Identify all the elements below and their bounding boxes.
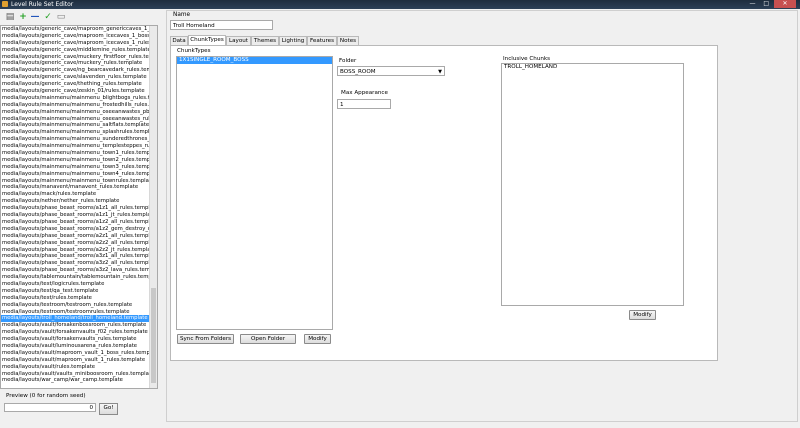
window-controls: — □ ✕: [746, 0, 796, 9]
file-list-item[interactable]: media/layouts/vault/vaults_miniboosroom_…: [1, 371, 157, 378]
file-list-item[interactable]: media/layouts/testroom/testroomrules.tem…: [1, 309, 157, 316]
inclusive-chunk-item[interactable]: TROLL_HOMELAND: [502, 64, 683, 71]
file-list-item[interactable]: media/layouts/phase_beast_rooms/a3z2_lav…: [1, 267, 157, 274]
file-list-item[interactable]: media/layouts/test/rules.template: [1, 295, 157, 302]
scrollbar-thumb[interactable]: [151, 288, 156, 383]
file-list-item[interactable]: media/layouts/test/qa_test.template: [1, 288, 157, 295]
file-list-item[interactable]: media/layouts/phase_beast_rooms/a2z2_all…: [1, 240, 157, 247]
file-list-item[interactable]: media/layouts/nether/nether_rules.templa…: [1, 198, 157, 205]
file-list-item[interactable]: media/layouts/mainmenu/mainmenu_oseeanwa…: [1, 116, 157, 123]
file-list-item[interactable]: media/layouts/vault/rules.template: [1, 364, 157, 371]
name-label: Name: [173, 12, 191, 18]
file-list-item[interactable]: media/layouts/generic_cave/thething_rule…: [1, 81, 157, 88]
file-list-item[interactable]: media/layouts/phase_beast_rooms/a1z2_gem…: [1, 226, 157, 233]
file-list-item[interactable]: media/layouts/test/logicrules.template: [1, 281, 157, 288]
modify-button[interactable]: Modify: [304, 334, 331, 344]
file-list-item[interactable]: media/layouts/vault/maproom_vault_1_boss…: [1, 350, 157, 357]
file-list-item[interactable]: media/layouts/troll_homeland/troll_homel…: [1, 315, 157, 323]
file-list-item[interactable]: media/layouts/mainmenu/mainmenu_sundered…: [1, 136, 157, 143]
remove-icon[interactable]: —: [30, 12, 40, 22]
file-list-item[interactable]: media/layouts/generic_cave/middlemine_ru…: [1, 47, 157, 54]
file-list-item[interactable]: media/layouts/generic_cave/zeskin_01/rul…: [1, 88, 157, 95]
file-list-item[interactable]: media/layouts/mainmenu/mainmenu_frostedh…: [1, 102, 157, 109]
list-scrollbar[interactable]: [149, 26, 157, 388]
file-list-item[interactable]: media/layouts/mack/rules.template: [1, 191, 157, 198]
file-list-item[interactable]: media/layouts/war_camp/war_camp.template: [1, 377, 157, 384]
file-list-item[interactable]: media/layouts/phase_beast_rooms/a3z1_all…: [1, 253, 157, 260]
toolbar: ▤ + — ✓ ▭: [0, 10, 160, 24]
file-list-item[interactable]: media/layouts/vault/forsakenbossroom_rul…: [1, 322, 157, 329]
folder-select-value: BOSS_ROOM: [340, 69, 376, 75]
folder-select[interactable]: BOSS_ROOM ▼: [337, 66, 445, 76]
go-button[interactable]: Go!: [99, 403, 118, 415]
file-list-item[interactable]: media/layouts/generic_cave/maproom_iceca…: [1, 40, 157, 47]
sync-from-folders-button[interactable]: Sync From Folders: [177, 334, 234, 344]
rule-file-list[interactable]: media/layouts/generic_cave/maproom_gener…: [0, 25, 158, 389]
file-list-item[interactable]: media/layouts/mainmenu/mainmenu_saltflat…: [1, 122, 157, 129]
file-list-item[interactable]: media/layouts/tablemountain/tablemountai…: [1, 274, 157, 281]
file-rows: media/layouts/generic_cave/maproom_gener…: [1, 26, 157, 384]
chevron-down-icon: ▼: [438, 69, 442, 75]
file-list-item[interactable]: media/layouts/testroom/testroom_rules.te…: [1, 302, 157, 309]
file-list-item[interactable]: media/layouts/mainmenu/mainmenu_town4_ru…: [1, 171, 157, 178]
folder-label: Folder: [339, 58, 357, 64]
folder-icon[interactable]: ▭: [56, 12, 66, 22]
window-titlebar: Level Rule Set Editor — □ ✕: [0, 0, 800, 9]
file-list-item[interactable]: media/layouts/vault/luminousarena_rules.…: [1, 343, 157, 350]
tab-notes[interactable]: Notes: [337, 36, 359, 45]
file-list-item[interactable]: media/layouts/phase_beast_rooms/a1z2_all…: [1, 219, 157, 226]
tab-data[interactable]: Data: [170, 36, 188, 45]
open-folder-button[interactable]: Open Folder: [240, 334, 296, 344]
save-icon[interactable]: ▤: [5, 12, 15, 22]
file-list-item[interactable]: media/layouts/mainmenu/mainmenu_templest…: [1, 143, 157, 150]
app-icon: [2, 1, 8, 7]
close-button[interactable]: ✕: [774, 0, 796, 8]
inclusive-chunks-list[interactable]: TROLL_HOMELAND: [501, 63, 684, 306]
file-list-item[interactable]: media/layouts/mainmenu/mainmenu_oseeanwa…: [1, 109, 157, 116]
modify-inclusive-button[interactable]: Modify: [629, 310, 656, 320]
file-list-item[interactable]: media/layouts/mainmenu/mainmenu_townrule…: [1, 178, 157, 185]
file-list-item[interactable]: media/layouts/phase_beast_rooms/a1z1_all…: [1, 205, 157, 212]
preview-seed-input[interactable]: 0: [4, 403, 96, 412]
chunktypes-list[interactable]: 1X1SINGLE_ROOM_BOSS: [176, 56, 333, 330]
file-list-item[interactable]: media/layouts/generic_cave/slavenden_rul…: [1, 74, 157, 81]
name-input[interactable]: Troll Homeland: [170, 20, 273, 30]
file-list-item[interactable]: media/layouts/generic_cave/maproom_gener…: [1, 26, 157, 33]
file-list-item[interactable]: media/layouts/generic_cave/maproom_iceca…: [1, 33, 157, 40]
file-list-item[interactable]: media/layouts/vault/maproom_vault_1_rule…: [1, 357, 157, 364]
file-list-item[interactable]: media/layouts/generic_cave/muckery_first…: [1, 54, 157, 61]
tab-themes[interactable]: Themes: [251, 36, 279, 45]
file-list-item[interactable]: media/layouts/mainmenu/mainmenu_town1_ru…: [1, 150, 157, 157]
max-appearance-label: Max Appearance: [341, 90, 388, 96]
file-list-item[interactable]: media/layouts/phase_beast_rooms/a3z2_all…: [1, 260, 157, 267]
file-list-item[interactable]: media/layouts/phase_beast_rooms/a2z1_all…: [1, 233, 157, 240]
file-list-item[interactable]: media/layouts/generic_cave/ng_bearcaveda…: [1, 67, 157, 74]
file-list-item[interactable]: media/layouts/phase_beast_rooms/a2z2_jt_…: [1, 247, 157, 254]
preview-label: Preview (0 for random seed): [6, 393, 86, 399]
add-icon[interactable]: +: [18, 12, 28, 22]
window-title: Level Rule Set Editor: [11, 1, 74, 8]
maximize-button[interactable]: □: [760, 0, 772, 8]
file-list-item[interactable]: media/layouts/mainmenu/mainmenu_blightbo…: [1, 95, 157, 102]
file-list-item[interactable]: media/layouts/phase_beast_rooms/a1z1_jt_…: [1, 212, 157, 219]
file-list-item[interactable]: media/layouts/mainmenu/mainmenu_town2_ru…: [1, 157, 157, 164]
chunktypes-label: ChunkTypes: [177, 48, 211, 54]
tab-features[interactable]: Features: [307, 36, 337, 45]
file-list-item[interactable]: media/layouts/generic_cave/muckery_rules…: [1, 60, 157, 67]
file-list-item[interactable]: media/layouts/mainmenu/mainmenu_splashru…: [1, 129, 157, 136]
file-list-item[interactable]: media/layouts/vault/forsakenvaults_f02_r…: [1, 329, 157, 336]
chunktype-item[interactable]: 1X1SINGLE_ROOM_BOSS: [177, 57, 332, 64]
file-list-item[interactable]: media/layouts/manavent/manavent_rules.te…: [1, 184, 157, 191]
minimize-button[interactable]: —: [746, 0, 758, 8]
inclusive-chunks-label: Inclusive Chunks: [503, 56, 551, 62]
check-icon[interactable]: ✓: [43, 12, 53, 22]
file-list-item[interactable]: media/layouts/mainmenu/mainmenu_town3_ru…: [1, 164, 157, 171]
file-list-item[interactable]: media/layouts/vault/forsakenvaults_rules…: [1, 336, 157, 343]
max-appearance-input[interactable]: 1: [337, 99, 391, 109]
tab-layout[interactable]: Layout: [226, 36, 251, 45]
tab-lighting[interactable]: Lighting: [279, 36, 307, 45]
